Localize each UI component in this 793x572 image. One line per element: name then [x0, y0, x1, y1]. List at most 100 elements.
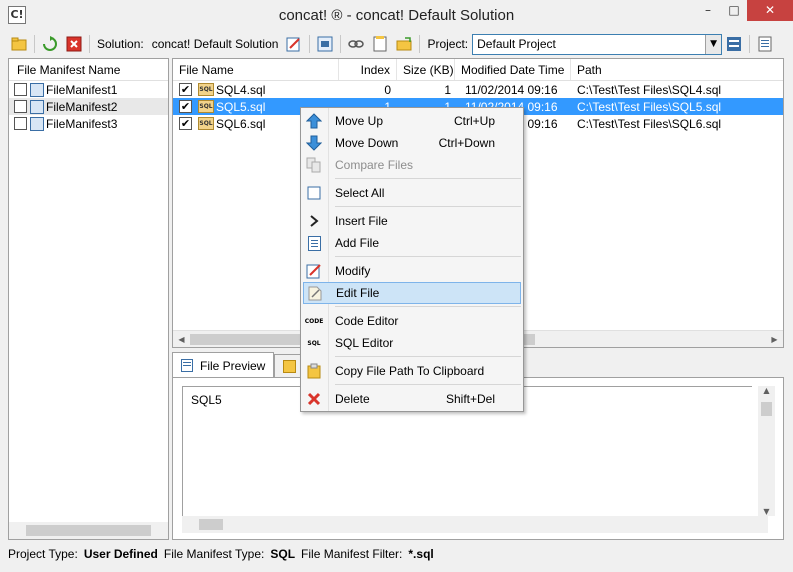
- vertical-scrollbar[interactable]: ▲ ▼: [758, 386, 775, 516]
- menu-item-delete[interactable]: Delete Shift+Del: [301, 388, 523, 410]
- link-icon[interactable]: [347, 35, 365, 53]
- open-folder-icon[interactable]: [10, 35, 28, 53]
- scroll-down-icon[interactable]: ▼: [758, 507, 775, 516]
- manifest-label: FileManifest3: [46, 116, 118, 131]
- clipboard-icon: [303, 362, 325, 380]
- project-type-label: Project Type:: [8, 547, 78, 561]
- properties-icon[interactable]: [756, 35, 774, 53]
- file-name: SQL5.sql: [216, 99, 266, 114]
- column-path[interactable]: Path: [571, 59, 783, 80]
- file-name: SQL6.sql: [216, 116, 266, 131]
- sql-file-icon: SQL: [198, 100, 214, 113]
- manifest-icon: [30, 99, 44, 114]
- column-index[interactable]: Index: [339, 59, 397, 80]
- manifest-checkbox[interactable]: [14, 117, 27, 130]
- file-modified: 11/02/2014 09:16: [465, 82, 558, 97]
- table-row[interactable]: ✔ SQL SQL4.sql 0 1 11/02/2014 09:16 C:\T…: [173, 81, 783, 98]
- project-select[interactable]: Default Project ▼: [472, 33, 723, 55]
- pencil-page-icon: [304, 284, 326, 302]
- tab-file-preview[interactable]: File Preview: [172, 352, 275, 378]
- project-label: Project:: [427, 37, 469, 51]
- solution-label: Solution:: [97, 37, 144, 51]
- new-file-icon[interactable]: [371, 35, 389, 53]
- horizontal-scrollbar[interactable]: [182, 516, 768, 533]
- manifest-item[interactable]: FileManifest1: [9, 81, 168, 98]
- manifest-item[interactable]: FileManifest3: [9, 115, 168, 132]
- column-size[interactable]: Size (KB): [397, 59, 455, 80]
- code-icon: CODE: [304, 317, 324, 325]
- compare-icon: [303, 156, 325, 174]
- menu-separator: [335, 384, 521, 385]
- menu-item-edit-file[interactable]: Edit File: [303, 282, 521, 304]
- manifest-tab-icon: [283, 360, 297, 373]
- scrollbar-thumb[interactable]: [199, 519, 223, 530]
- file-name: SQL4.sql: [216, 82, 266, 97]
- manifest-checkbox[interactable]: [14, 100, 27, 113]
- manifest-checkbox[interactable]: [14, 83, 27, 96]
- chevron-down-icon[interactable]: ▼: [705, 34, 722, 54]
- column-modified[interactable]: Modified Date Time: [455, 59, 571, 80]
- menu-separator: [335, 306, 521, 307]
- menu-item-move-down[interactable]: Move Down Ctrl+Down: [301, 132, 523, 154]
- document-icon: [303, 234, 325, 252]
- scrollbar-thumb[interactable]: [26, 525, 151, 536]
- file-manifest-panel: File Manifest Name FileManifest1 FileMan…: [8, 58, 169, 540]
- scroll-right-icon[interactable]: ▶: [766, 331, 783, 347]
- menu-separator: [335, 256, 521, 257]
- menu-item-sql-editor[interactable]: SQL SQL Editor: [301, 332, 523, 354]
- menu-item-code-editor[interactable]: CODE Code Editor: [301, 310, 523, 332]
- toolbar-separator: [34, 35, 35, 53]
- file-checkbox[interactable]: ✔: [179, 117, 192, 130]
- scroll-left-icon[interactable]: ◀: [173, 331, 190, 347]
- menu-item-move-up[interactable]: Move Up Ctrl+Up: [301, 110, 523, 132]
- open-file-icon[interactable]: [395, 35, 413, 53]
- menu-item-compare-files[interactable]: Compare Files: [301, 154, 523, 176]
- delete-x-icon: [303, 390, 325, 408]
- close-button[interactable]: ✕: [747, 0, 793, 21]
- status-bar: Project Type: User Defined File Manifest…: [8, 544, 440, 564]
- sql-file-icon: SQL: [198, 117, 214, 130]
- menu-item-copy-path[interactable]: Copy File Path To Clipboard: [301, 360, 523, 382]
- scrollbar-thumb[interactable]: [761, 402, 772, 416]
- manifest-type-value: SQL: [270, 547, 296, 561]
- manifest-icon: [30, 82, 44, 97]
- edit-solution-icon[interactable]: [285, 35, 303, 53]
- manifest-column-header[interactable]: File Manifest Name: [9, 59, 168, 81]
- manifest-label: FileManifest2: [46, 99, 118, 114]
- scroll-up-icon[interactable]: ▲: [758, 386, 775, 395]
- menu-separator: [335, 356, 521, 357]
- manifest-label: FileManifest1: [46, 82, 118, 97]
- file-checkbox[interactable]: ✔: [179, 100, 192, 113]
- toolbar-separator: [419, 35, 421, 53]
- arrow-down-icon: [303, 134, 325, 152]
- preview-tabs: File Preview M: [172, 352, 322, 378]
- manifest-icon: [30, 116, 44, 131]
- window-title: concat! ® - concat! Default Solution: [278, 7, 515, 24]
- delete-icon[interactable]: [65, 35, 83, 53]
- toolbar: Solution: concat! Default Solution Proje…: [7, 32, 786, 56]
- arrow-up-icon: [303, 112, 325, 130]
- manifest-type-label: File Manifest Type:: [163, 547, 265, 561]
- toolbar-separator: [309, 35, 311, 53]
- select-all-icon: [303, 184, 325, 202]
- window-controls: – □ ✕: [695, 0, 793, 22]
- project-list-icon[interactable]: [725, 35, 743, 53]
- column-file-name[interactable]: File Name: [173, 59, 339, 80]
- manifest-item[interactable]: FileManifest2: [9, 98, 168, 115]
- run-icon[interactable]: [316, 35, 334, 53]
- menu-separator: [335, 178, 521, 179]
- sql-icon: SQL: [307, 339, 321, 347]
- file-path: C:\Test\Test Files\SQL4.sql: [577, 82, 722, 97]
- horizontal-scrollbar[interactable]: [9, 522, 168, 539]
- manifest-filter-label: File Manifest Filter:: [301, 547, 403, 561]
- minimize-button[interactable]: –: [695, 0, 721, 21]
- refresh-icon[interactable]: [41, 35, 59, 53]
- menu-item-modify[interactable]: Modify: [301, 260, 523, 282]
- file-path: C:\Test\Test Files\SQL6.sql: [577, 116, 722, 131]
- file-checkbox[interactable]: ✔: [179, 83, 192, 96]
- menu-item-insert-file[interactable]: Insert File: [301, 210, 523, 232]
- menu-item-select-all[interactable]: Select All: [301, 182, 523, 204]
- maximize-button[interactable]: □: [721, 0, 747, 21]
- menu-item-add-file[interactable]: Add File: [301, 232, 523, 254]
- project-select-value: Default Project: [477, 37, 556, 51]
